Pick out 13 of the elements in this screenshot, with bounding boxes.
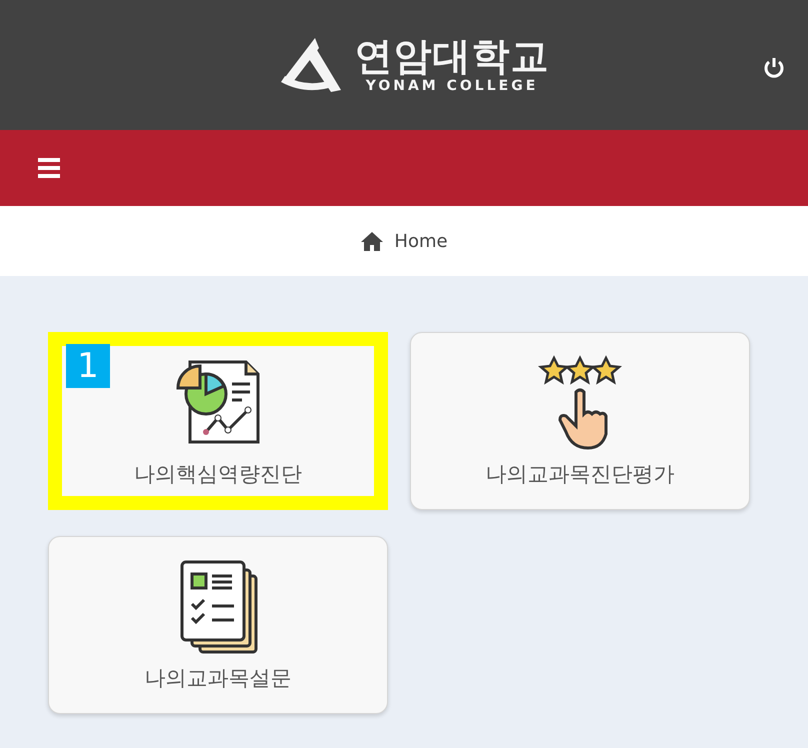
menu-card[interactable]: 나의교과목진단평가: [410, 332, 750, 510]
logo-icon: [278, 36, 342, 94]
power-button[interactable]: [762, 56, 786, 80]
breadcrumb-link[interactable]: Home: [394, 230, 448, 252]
callout-badge: 1: [66, 344, 110, 388]
menu-card[interactable]: 1 나의핵심역량진단: [48, 332, 388, 510]
home-icon: [360, 230, 384, 252]
menu-icon: [36, 157, 62, 179]
power-icon: [762, 56, 786, 80]
logo-title: 연암대학교: [354, 36, 550, 78]
menu-button[interactable]: [36, 157, 62, 179]
menu-card[interactable]: 나의교과목설문: [48, 536, 388, 714]
logo-subtitle: YONAM COLLEGE: [366, 78, 538, 94]
